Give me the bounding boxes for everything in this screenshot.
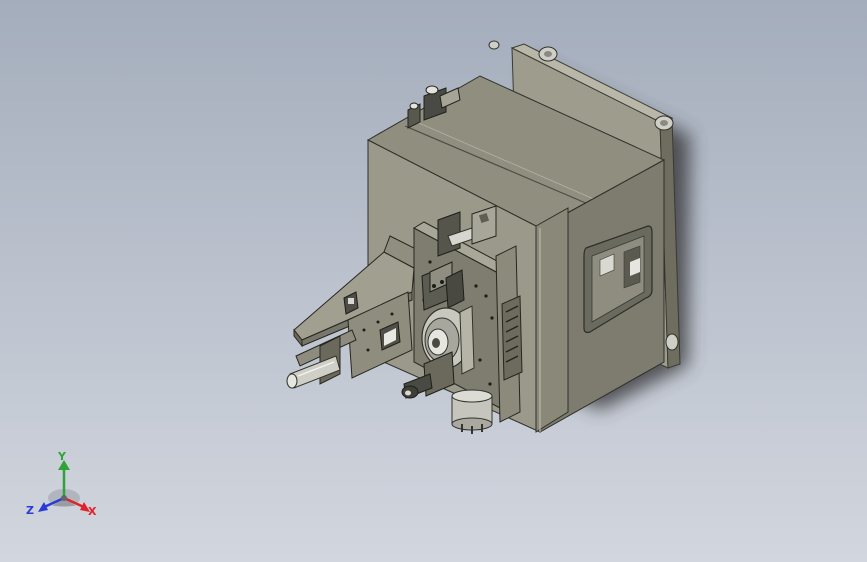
bottom-cylinder	[451, 389, 493, 434]
main-shaft	[286, 355, 341, 389]
triad-z-label: Z	[26, 504, 34, 517]
machine-3d-model[interactable]	[0, 0, 867, 562]
orientation-triad[interactable]: Y Z X	[24, 448, 104, 524]
triad-y-label: Y	[58, 450, 66, 463]
triad-x-label: X	[88, 505, 97, 518]
graphics-viewport[interactable]: Y Z X	[0, 0, 867, 562]
